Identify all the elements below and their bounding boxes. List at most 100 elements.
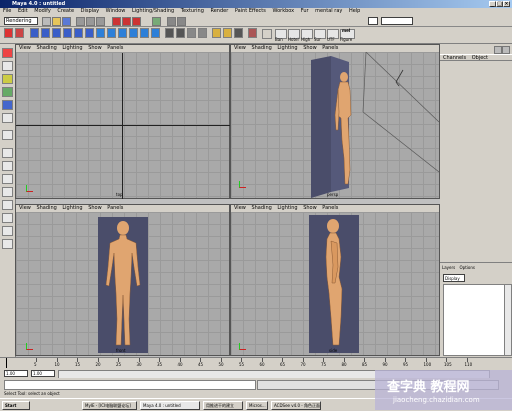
- shelf-spot-light-icon[interactable]: [223, 28, 232, 38]
- select-tool-icon[interactable]: [2, 48, 13, 58]
- viewport-front[interactable]: View Shading Lighting Show Panels front: [15, 204, 230, 356]
- vp-side-view-menu[interactable]: View: [234, 205, 246, 211]
- shelf-sphere-icon[interactable]: [30, 28, 39, 38]
- history-icon[interactable]: [152, 17, 161, 26]
- shelf-paint-icon[interactable]: [248, 28, 257, 38]
- snap-curve-icon[interactable]: [122, 17, 131, 26]
- vp-front-view-menu[interactable]: View: [19, 205, 31, 211]
- vp-persp-panels-menu[interactable]: Panels: [322, 45, 338, 51]
- taskbar-item-acdsee[interactable]: ACDSee v4.0 - 角色正面: [271, 401, 321, 410]
- close-button[interactable]: ×: [503, 1, 510, 7]
- minimize-button[interactable]: _: [489, 1, 496, 7]
- menu-file[interactable]: File: [3, 8, 11, 14]
- render-icon[interactable]: [167, 17, 176, 26]
- menu-mental-ray[interactable]: mental ray: [315, 8, 342, 14]
- new-scene-icon[interactable]: [42, 17, 51, 26]
- menu-fur[interactable]: Fur: [301, 8, 309, 14]
- shelf-camera-icon[interactable]: [234, 28, 243, 38]
- object-tab[interactable]: Object: [472, 55, 488, 61]
- shelf-cone-icon[interactable]: [63, 28, 72, 38]
- lasso-tool-icon[interactable]: [2, 61, 13, 71]
- vp-side-panels-menu[interactable]: Panels: [322, 205, 338, 211]
- viewport-top[interactable]: View Shading Lighting Show Panels top: [15, 44, 230, 199]
- attribute-editor-toggle-icon[interactable]: [502, 46, 510, 54]
- shelf-lattice-icon[interactable]: [187, 28, 196, 38]
- shelf-bar-icon[interactable]: [262, 29, 272, 39]
- menu-set-dropdown[interactable]: Rendering: [4, 17, 38, 25]
- quick-input-field[interactable]: [381, 17, 413, 25]
- vp-persp-view-menu[interactable]: View: [234, 45, 246, 51]
- layout-four-icon[interactable]: [2, 161, 13, 171]
- layer-list[interactable]: [443, 284, 509, 356]
- shelf-cylinder-icon[interactable]: [52, 28, 61, 38]
- menu-workbox[interactable]: Workbox: [272, 8, 294, 14]
- taskbar-item-micros[interactable]: Micros...: [246, 401, 268, 410]
- layout-persp-graph-icon[interactable]: [2, 187, 13, 197]
- shelf-poly-cube-icon[interactable]: [107, 28, 116, 38]
- save-scene-icon[interactable]: [62, 17, 71, 26]
- menu-window[interactable]: Window: [106, 8, 126, 14]
- taskbar-item-doc[interactable]: 用推进干的建立: [203, 401, 243, 410]
- menu-paint-effects[interactable]: Paint Effects: [235, 8, 266, 14]
- menu-texturing[interactable]: Texturing: [181, 8, 204, 14]
- shelf-poly-torus-icon[interactable]: [151, 28, 160, 38]
- layers-menu[interactable]: Layers: [442, 265, 455, 270]
- shelf-poly-plane-icon[interactable]: [129, 28, 138, 38]
- select-hierarchy-icon[interactable]: [76, 17, 85, 26]
- shelf-ep-curve-icon[interactable]: [15, 28, 24, 38]
- vp-top-panels-menu[interactable]: Panels: [107, 45, 123, 51]
- layout-dope-sheet-icon[interactable]: [2, 239, 13, 249]
- layout-single-icon[interactable]: [2, 148, 13, 158]
- vp-top-view-menu[interactable]: View: [19, 45, 31, 51]
- shelf-poly-cylinder-icon[interactable]: [118, 28, 127, 38]
- current-time-marker[interactable]: [6, 358, 7, 368]
- manipulator-tool-icon[interactable]: [2, 113, 13, 123]
- layout-graph-editor-icon[interactable]: [2, 226, 13, 236]
- vp-side-lighting-menu[interactable]: Lighting: [277, 205, 297, 211]
- select-object-icon[interactable]: [86, 17, 95, 26]
- vp-persp-shading-menu[interactable]: Shading: [251, 45, 271, 51]
- menu-help[interactable]: Help: [349, 8, 360, 14]
- shelf-joint-icon[interactable]: [165, 28, 174, 38]
- snap-point-icon[interactable]: [132, 17, 141, 26]
- channel-box-toggle-icon[interactable]: [494, 46, 502, 54]
- rotate-tool-icon[interactable]: [2, 87, 13, 97]
- input-mode-dropdown[interactable]: [368, 17, 378, 25]
- vp-top-show-menu[interactable]: Show: [88, 45, 102, 51]
- vp-persp-lighting-menu[interactable]: Lighting: [277, 45, 297, 51]
- shelf-poly-cone-icon[interactable]: [140, 28, 149, 38]
- layout-hypershade-icon[interactable]: [2, 200, 13, 210]
- shelf-curve-tool-icon[interactable]: [4, 28, 13, 38]
- viewport-persp[interactable]: View Shading Lighting Show Panels persp: [230, 44, 440, 199]
- vp-persp-show-menu[interactable]: Show: [303, 45, 317, 51]
- shelf-plane-icon[interactable]: [74, 28, 83, 38]
- ipr-render-icon[interactable]: [177, 17, 186, 26]
- menu-modify[interactable]: Modify: [34, 8, 51, 14]
- menu-display[interactable]: Display: [81, 8, 99, 14]
- vp-side-show-menu[interactable]: Show: [303, 205, 317, 211]
- taskbar-item-maya[interactable]: Maya 4.0 : untitled: [140, 401, 200, 410]
- layer-scrollbar[interactable]: [504, 284, 512, 356]
- menu-render[interactable]: Render: [210, 8, 228, 14]
- snap-grid-icon[interactable]: [112, 17, 121, 26]
- vp-top-shading-menu[interactable]: Shading: [36, 45, 56, 51]
- shelf-cluster-icon[interactable]: [198, 28, 207, 38]
- layer-type-dropdown[interactable]: Display: [443, 274, 465, 282]
- vp-front-show-menu[interactable]: Show: [88, 205, 102, 211]
- menu-create[interactable]: Create: [57, 8, 74, 14]
- range-start-field[interactable]: 1.00: [4, 370, 28, 377]
- scale-tool-icon[interactable]: [2, 100, 13, 110]
- taskbar-item-myie[interactable]: MyIE - [ICI电脑联盟论坛]: [82, 401, 137, 410]
- shelf-poly-sphere-icon[interactable]: [96, 28, 105, 38]
- vp-top-lighting-menu[interactable]: Lighting: [62, 45, 82, 51]
- menu-edit[interactable]: Edit: [18, 8, 28, 14]
- shelf-cube-icon[interactable]: [41, 28, 50, 38]
- options-menu[interactable]: Options: [460, 265, 475, 270]
- channels-tab[interactable]: Channels: [443, 55, 466, 61]
- move-tool-icon[interactable]: [2, 74, 13, 84]
- select-component-icon[interactable]: [96, 17, 105, 26]
- vp-front-panels-menu[interactable]: Panels: [107, 205, 123, 211]
- layout-side-by-side-icon[interactable]: [2, 174, 13, 184]
- shelf-torus-icon[interactable]: [85, 28, 94, 38]
- shelf-light-icon[interactable]: [212, 28, 221, 38]
